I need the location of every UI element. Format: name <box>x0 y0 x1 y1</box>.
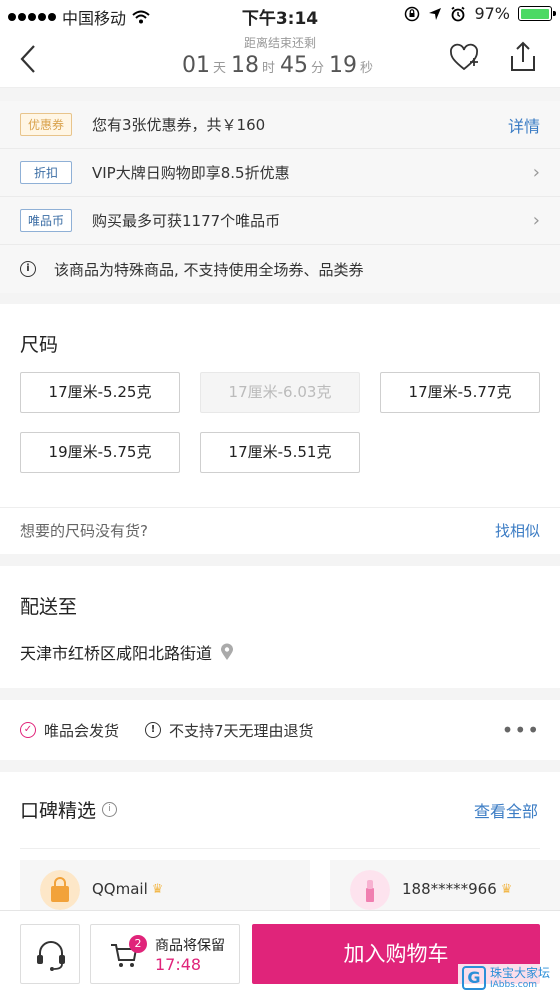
size-unavailable-prompt: 想要的尺码没有货? <box>20 522 148 540</box>
bottom-action-bar: 2 商品将保留 17:48 加入购物车 G 珠宝大家坛 IAbbs.com <box>0 910 560 996</box>
divider <box>0 507 560 508</box>
coin-tag: 唯品币 <box>20 209 72 232</box>
seconds-unit: 秒 <box>360 61 374 76</box>
coin-text: 购买最多可获1177个唯品币 <box>92 212 281 230</box>
avatar <box>40 870 80 910</box>
delivery-section: 配送至 天津市红桥区咸阳北路街道 <box>0 566 560 688</box>
coupon-row[interactable]: 优惠券 您有3张优惠券，共￥160 详情 <box>0 101 560 149</box>
customer-service-button[interactable] <box>20 924 80 984</box>
location-pin-icon <box>221 643 234 660</box>
top-nav: 距离结束还剩 01 天 18 时 45 分 19 秒 <box>0 30 560 88</box>
hours-unit: 时 <box>261 61 275 76</box>
watermark-logo: G <box>461 966 486 990</box>
countdown-hours: 18 <box>230 53 259 78</box>
discount-row[interactable]: 折扣 VIP大牌日购物即享8.5折优惠 › <box>0 149 560 197</box>
discount-text: VIP大牌日购物即享8.5折优惠 <box>92 164 290 182</box>
watermark: G 珠宝大家坛 IAbbs.com <box>457 964 554 992</box>
countdown-days: 01 <box>181 53 210 78</box>
avatar <box>350 870 390 910</box>
crown-icon: ♛ <box>500 881 513 897</box>
chevron-right-icon: › <box>532 210 540 231</box>
alarm-icon <box>451 6 465 21</box>
countdown-minutes: 45 <box>280 53 308 78</box>
share-icon[interactable] <box>508 40 538 74</box>
favorite-add-icon[interactable] <box>448 42 480 74</box>
reviews-title: 口碑精选 <box>20 800 97 822</box>
cart-keep-timer: 17:48 <box>155 955 202 974</box>
ship-by-vip: ✓ 唯品会发货 <box>20 720 119 741</box>
notice-row: i 该商品为特殊商品, 不支持使用全场券、品类券 <box>0 245 560 293</box>
battery-percent: 97% <box>474 4 510 23</box>
coupon-tag: 优惠券 <box>20 113 72 136</box>
coin-row[interactable]: 唯品币 购买最多可获1177个唯品币 › <box>0 197 560 245</box>
cart-count-badge: 2 <box>129 935 147 953</box>
reviews-header: 口碑精选 i <box>20 796 118 823</box>
delivery-address[interactable]: 天津市红桥区咸阳北路街道 <box>20 640 234 664</box>
location-arrow-icon <box>429 7 442 20</box>
watermark-text: 珠宝大家坛 <box>489 965 550 980</box>
size-option[interactable]: 17厘米-5.25克 <box>20 372 180 413</box>
find-similar-link[interactable]: 找相似 <box>495 520 540 541</box>
days-unit: 天 <box>212 61 226 76</box>
view-all-link[interactable]: 查看全部 <box>474 798 538 822</box>
size-option[interactable]: 19厘米-5.75克 <box>20 432 180 473</box>
reviews-section: 口碑精选 i 查看全部 QQmail ♛ 188*****966 ♛ <box>0 772 560 920</box>
watermark-subtext: IAbbs.com <box>489 979 537 990</box>
return-text: 不支持7天无理由退货 <box>169 721 314 740</box>
discount-tag: 折扣 <box>20 161 72 184</box>
size-section: 尺码 17厘米-5.25克 17厘米-6.03克 17厘米-5.77克 19厘米… <box>0 304 560 554</box>
crown-icon: ♛ <box>151 881 164 897</box>
info-icon[interactable]: i <box>102 802 118 817</box>
reviewer-name: QQmail <box>92 880 148 898</box>
exclamation-circle-icon: ! <box>145 722 162 738</box>
size-option[interactable]: 17厘米-5.77克 <box>380 372 540 413</box>
address-text: 天津市红桥区咸阳北路街道 <box>20 644 213 663</box>
chevron-right-icon: › <box>532 162 540 183</box>
countdown-seconds: 19 <box>329 53 358 78</box>
ship-text: 唯品会发货 <box>44 721 120 740</box>
promotions-panel: 优惠券 您有3张优惠券，共￥160 详情 折扣 VIP大牌日购物即享8.5折优惠… <box>0 101 560 293</box>
cart-keep-label: 商品将保留 <box>155 938 225 954</box>
check-circle-icon: ✓ <box>20 722 36 738</box>
notice-text: 该商品为特殊商品, 不支持使用全场券、品类券 <box>54 260 364 279</box>
divider <box>20 848 540 849</box>
minutes-unit: 分 <box>311 61 325 76</box>
headset-icon <box>37 941 65 971</box>
size-option[interactable]: 17厘米-5.51克 <box>200 432 360 473</box>
delivery-title: 配送至 <box>20 596 78 618</box>
battery-icon <box>518 6 556 21</box>
coupon-text: 您有3张优惠券，共￥160 <box>92 116 266 134</box>
status-bar: 中国移动 下午3:14 97% <box>0 0 560 30</box>
no-return-policy: ! 不支持7天无理由退货 <box>145 720 314 741</box>
rotation-lock-icon <box>405 6 420 21</box>
more-icon[interactable]: ••• <box>502 718 540 742</box>
service-row[interactable]: ✓ 唯品会发货 ! 不支持7天无理由退货 ••• <box>0 700 560 760</box>
reviewer-name: 188*****966 <box>402 880 497 898</box>
size-option-unavailable: 17厘米-6.03克 <box>200 372 360 413</box>
info-icon: i <box>20 261 36 277</box>
coupon-detail-link[interactable]: 详情 <box>508 113 540 137</box>
cart-button[interactable]: 2 商品将保留 17:48 <box>90 924 240 984</box>
size-title: 尺码 <box>20 334 59 356</box>
